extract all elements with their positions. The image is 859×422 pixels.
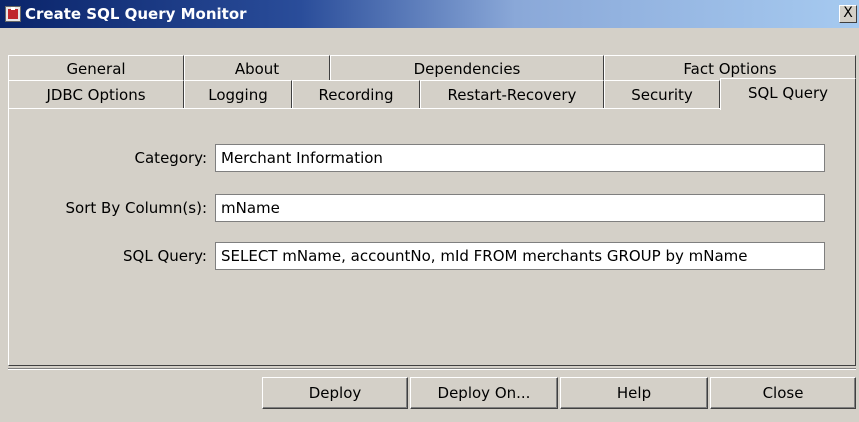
tab-panel-sql-query: Category: Merchant Information Sort By C… bbox=[8, 108, 856, 366]
close-icon: X bbox=[843, 5, 853, 21]
tab-security[interactable]: Security bbox=[604, 80, 720, 108]
sort-by-label: Sort By Column(s): bbox=[65, 199, 207, 217]
button-bar-separator bbox=[8, 368, 856, 370]
sort-by-field[interactable]: mName bbox=[215, 194, 825, 222]
sql-query-label: SQL Query: bbox=[122, 247, 207, 265]
tab-general[interactable]: General bbox=[8, 55, 184, 80]
tab-recording[interactable]: Recording bbox=[292, 80, 420, 108]
help-button[interactable]: Help bbox=[560, 377, 708, 409]
tab-dependencies[interactable]: Dependencies bbox=[330, 55, 604, 80]
window-close-button[interactable]: X bbox=[839, 5, 857, 23]
window-titlebar[interactable]: Create SQL Query Monitor X bbox=[0, 0, 859, 28]
tab-restart-recovery[interactable]: Restart-Recovery bbox=[420, 80, 604, 108]
tab-sql-query[interactable]: SQL Query bbox=[720, 78, 856, 110]
tab-about[interactable]: About bbox=[184, 55, 330, 80]
tab-logging[interactable]: Logging bbox=[184, 80, 292, 108]
app-icon bbox=[5, 6, 21, 22]
tab-fact-options[interactable]: Fact Options bbox=[604, 55, 856, 80]
category-label: Category: bbox=[134, 149, 207, 167]
window-title: Create SQL Query Monitor bbox=[25, 5, 247, 23]
deploy-button[interactable]: Deploy bbox=[262, 377, 408, 409]
category-field[interactable]: Merchant Information bbox=[215, 144, 825, 172]
sql-query-field[interactable]: SELECT mName, accountNo, mId FROM mercha… bbox=[215, 242, 825, 270]
close-button[interactable]: Close bbox=[710, 377, 856, 409]
deploy-on-button[interactable]: Deploy On... bbox=[410, 377, 558, 409]
tab-jdbc-options[interactable]: JDBC Options bbox=[8, 80, 184, 108]
